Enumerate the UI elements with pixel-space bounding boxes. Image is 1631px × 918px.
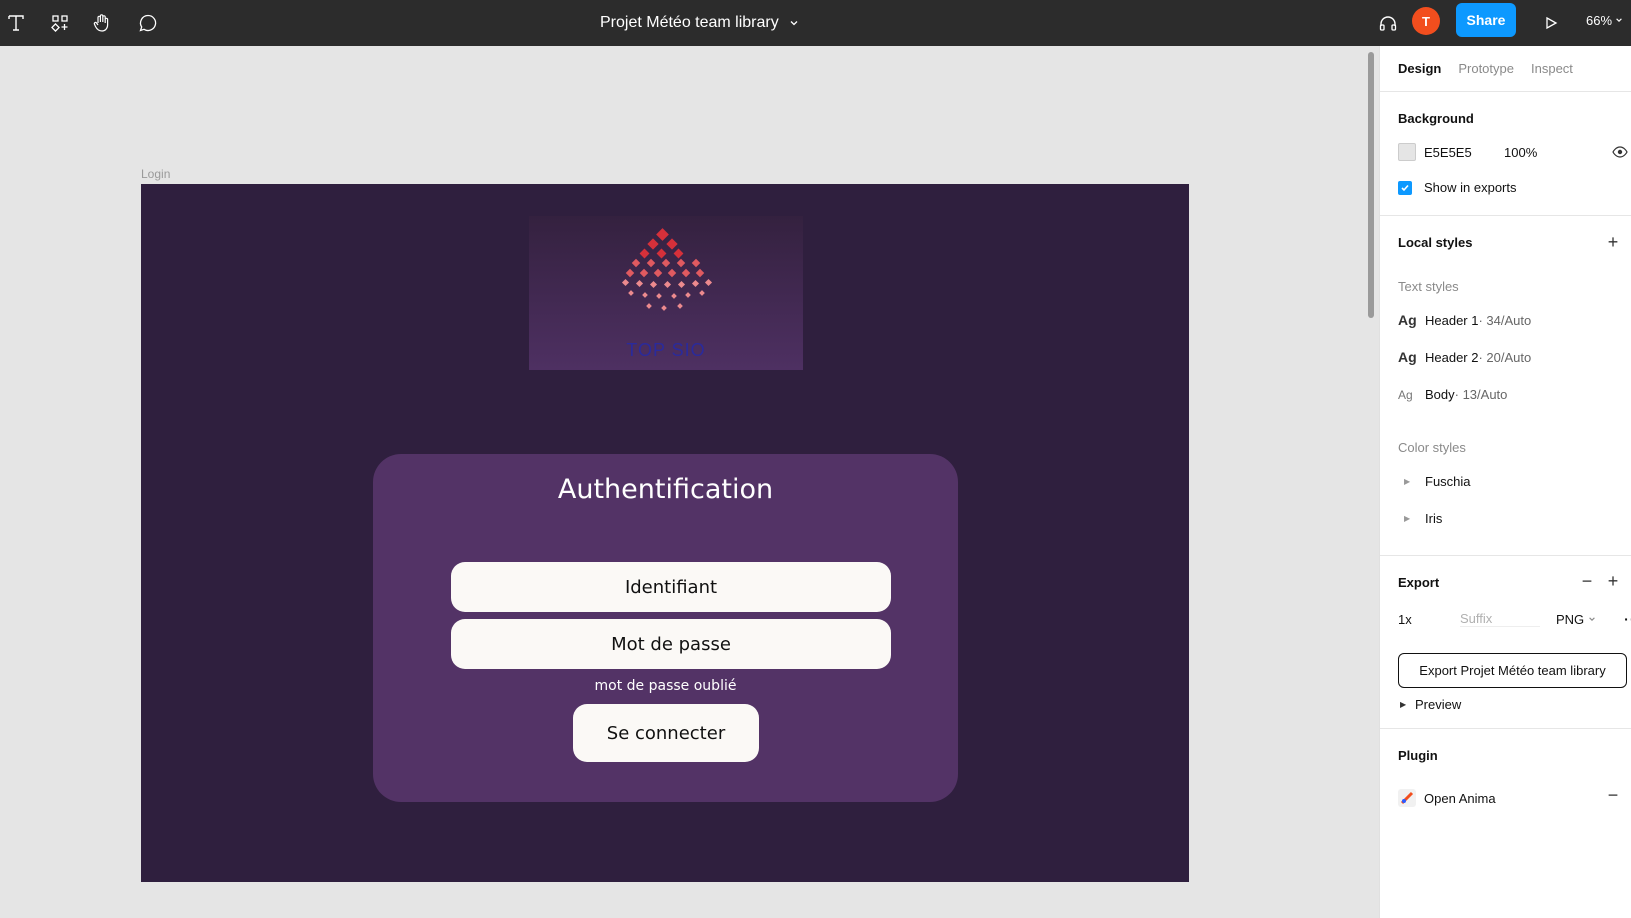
file-title[interactable]: Projet Météo team library [600,0,799,46]
file-title-text: Projet Météo team library [600,14,779,31]
text-style-item[interactable]: Ag Header 1 · 34/Auto [1398,312,1531,328]
toolbar: Projet Météo team library T Share 66% [0,0,1631,46]
auth-title: Authentification [557,474,774,505]
panel-tabs: Design Prototype Inspect [1380,46,1631,92]
chevron-down-icon [790,21,798,26]
text-style-meta: · 34/Auto [1478,312,1532,328]
show-in-exports-row[interactable]: Show in exports [1398,180,1517,195]
tab-prototype[interactable]: Prototype [1458,61,1514,76]
text-style-meta: · 20/Auto [1478,349,1532,365]
connect-button[interactable]: Se connecter [573,704,759,762]
caret-right-icon: ▶ [1400,700,1407,709]
add-export-icon[interactable]: + [1604,572,1622,591]
text-style-sample: Ag [1398,387,1413,402]
canvas[interactable]: Login TOP SIO Authentification Identifia… [0,46,1379,918]
local-styles-title: Local styles [1398,235,1473,250]
password-field[interactable]: Mot de passe [451,619,891,669]
show-in-exports-label: Show in exports [1424,180,1517,195]
export-format[interactable]: PNG [1556,612,1584,627]
text-style-name: Header 2 [1425,349,1479,365]
plugin-item[interactable]: Open Anima [1398,789,1496,807]
local-styles-section: Local styles + Text styles Ag Header 1 ·… [1380,216,1631,556]
color-style-item[interactable]: ▶ Iris [1398,511,1442,526]
export-button[interactable]: Export Projet Météo team library [1398,653,1627,688]
remove-export-icon[interactable]: − [1578,572,1596,591]
tab-inspect[interactable]: Inspect [1531,61,1573,76]
color-swatch[interactable] [1398,143,1416,161]
text-style-sample: Ag [1398,312,1417,328]
export-section: Export − + 1x Suffix PNG ··· Export Proj… [1380,556,1631,729]
text-styles-title: Text styles [1398,279,1459,294]
color-style-name: Iris [1425,511,1443,526]
properties-panel: Design Prototype Inspect Background E5E5… [1379,46,1631,918]
background-fill-row[interactable]: E5E5E5 100% [1398,143,1537,161]
preview-label: Preview [1415,697,1462,712]
logo-diamond-icon [621,228,713,311]
audio-headphones-icon[interactable] [1374,9,1402,37]
chevron-down-icon [1589,617,1595,621]
export-scale[interactable]: 1x [1398,612,1460,627]
plugin-name: Open Anima [1424,790,1496,806]
frame-label[interactable]: Login [141,167,170,181]
background-opacity[interactable]: 100% [1504,145,1537,160]
export-title: Export [1398,575,1440,590]
zoom-menu[interactable]: 66% [1586,0,1623,40]
background-title: Background [1398,111,1474,126]
anima-logo-icon [1398,789,1416,807]
color-style-item[interactable]: ▶ Fuschia [1398,474,1471,489]
tab-design[interactable]: Design [1398,61,1441,76]
add-style-icon[interactable]: + [1604,233,1622,252]
avatar[interactable]: T [1412,7,1440,35]
background-hex[interactable]: E5E5E5 [1424,145,1504,160]
eye-icon[interactable] [1612,145,1628,159]
present-play-icon[interactable] [1537,9,1565,37]
plugin-section: Plugin Open Anima − [1380,729,1631,918]
text-style-name: Header 1 [1425,312,1479,328]
chevron-down-icon [1616,18,1622,22]
text-style-sample: Ag [1398,349,1417,365]
hand-tool-icon[interactable] [88,9,116,37]
color-styles-title: Color styles [1398,440,1466,455]
components-icon[interactable] [46,9,74,37]
preview-toggle[interactable]: ▶ Preview [1398,697,1461,712]
text-style-item[interactable]: Ag Header 2 · 20/Auto [1398,349,1531,365]
caret-right-icon[interactable]: ▶ [1398,514,1425,523]
logo-text: TOP SIO [626,340,706,360]
comment-icon[interactable] [134,9,162,37]
text-tool-icon[interactable] [2,9,30,37]
export-settings-row: 1x Suffix PNG ··· [1398,611,1631,627]
remove-plugin-icon[interactable]: − [1604,786,1622,805]
forgot-password-link[interactable]: mot de passe oublié [373,678,958,694]
login-frame[interactable]: TOP SIO Authentification Identifiant Mot… [141,184,1189,882]
logo: TOP SIO [529,216,803,370]
text-style-item[interactable]: Ag Body · 13/Auto [1398,387,1507,402]
text-style-name: Body [1425,387,1455,402]
text-style-meta: · 13/Auto [1454,387,1508,402]
color-style-name: Fuschia [1425,474,1471,489]
more-options-icon[interactable]: ··· [1624,611,1631,627]
zoom-level: 66% [1586,12,1613,28]
checkbox-checked-icon[interactable] [1398,180,1412,195]
share-button[interactable]: Share [1456,3,1516,37]
username-field[interactable]: Identifiant [451,562,891,612]
canvas-scrollbar[interactable] [1368,52,1374,318]
background-section: Background E5E5E5 100% Show in exports [1380,92,1631,216]
plugin-title: Plugin [1398,748,1438,763]
caret-right-icon[interactable]: ▶ [1398,477,1425,486]
auth-card: Authentification Identifiant Mot de pass… [373,454,958,802]
export-suffix-input[interactable]: Suffix [1460,611,1540,627]
